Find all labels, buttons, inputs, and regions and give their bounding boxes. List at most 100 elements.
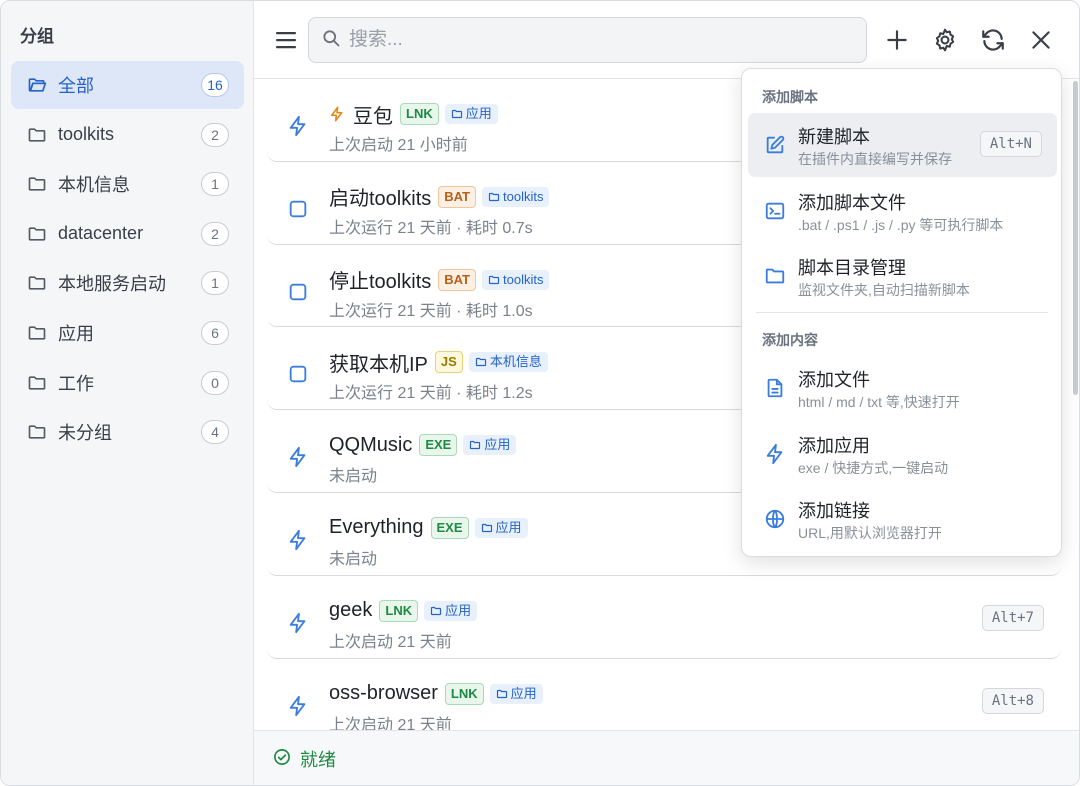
sidebar-item-datacenter[interactable]: datacenter 2 [11, 210, 244, 258]
sidebar-item-label: 全部 [58, 76, 94, 96]
menu-item-new-script[interactable]: 新建脚本 在插件内直接编写并保存 Alt+N [748, 113, 1057, 177]
menu-item-desc: exe / 快捷方式,一键启动 [798, 460, 949, 476]
group-tag: 应用 [474, 517, 528, 538]
sidebar: 分组 全部 16 toolkits 2 本机信息 1 datacenter 2 … [1, 1, 254, 785]
sidebar-item-work[interactable]: 工作 0 [11, 359, 244, 407]
menu-item-add-file[interactable]: 添加文件 html / md / txt 等,快速打开 [748, 356, 1057, 420]
flash-icon[interactable] [287, 529, 309, 551]
plus-icon[interactable] [884, 27, 910, 53]
menu-item-desc: html / md / txt 等,快速打开 [798, 394, 960, 410]
hotkey-badge: Alt+8 [981, 687, 1044, 714]
search-icon [321, 28, 341, 53]
menu-item-title: 脚本目录管理 [798, 258, 906, 278]
menu-item-title: 添加脚本文件 [798, 193, 906, 213]
item-name: 停止toolkits [329, 271, 432, 294]
menu-item-add-script-file[interactable]: 添加脚本文件 .bat / .ps1 / .js / .py 等可执行脚本 [748, 179, 1057, 243]
check-circle-icon [273, 748, 291, 771]
menu-item-script-dirs[interactable]: 脚本目录管理 监视文件夹,自动扫描新脚本 [748, 244, 1057, 308]
item-subtitle: 未启动 [329, 550, 378, 568]
menu-icon[interactable] [274, 27, 298, 53]
sidebar-item-toolkits[interactable]: toolkits 2 [11, 111, 244, 159]
count-badge: 2 [201, 122, 229, 147]
item-subtitle: 上次运行 21 天前 · 耗时 1.0s [329, 302, 533, 320]
menu-item-title: 新建脚本 [798, 127, 870, 147]
item-subtitle: 上次运行 21 天前 · 耗时 1.2s [329, 385, 533, 403]
checkbox-icon[interactable] [287, 363, 309, 385]
group-tag: toolkits [482, 269, 550, 290]
group-tag: toolkits [482, 186, 550, 207]
count-badge: 0 [201, 370, 229, 395]
checkbox-icon[interactable] [287, 281, 309, 303]
flash-icon[interactable] [287, 115, 309, 137]
type-badge: LNK [444, 682, 484, 705]
type-badge: EXE [419, 434, 458, 457]
status-text: 就绪 [300, 750, 336, 770]
group-list: 全部 16 toolkits 2 本机信息 1 datacenter 2 本地服… [11, 61, 244, 458]
item-name: 获取本机IP [329, 353, 428, 376]
search-input[interactable] [349, 29, 829, 51]
item-subtitle: 上次启动 21 天前 [329, 716, 452, 730]
item-name: QQMusic [329, 433, 413, 456]
sidebar-title: 分组 [20, 27, 54, 46]
count-badge: 1 [201, 172, 229, 197]
sidebar-item-apps[interactable]: 应用 6 [11, 309, 244, 357]
group-tag: 应用 [444, 104, 498, 124]
app-window: 分组 全部 16 toolkits 2 本机信息 1 datacenter 2 … [0, 0, 1080, 786]
menu-item-title: 添加文件 [798, 370, 870, 390]
folder-icon [764, 265, 786, 287]
refresh-icon[interactable] [980, 27, 1006, 53]
flash-icon[interactable] [287, 612, 309, 634]
item-subtitle: 上次启动 21 小时前 [329, 137, 468, 154]
close-icon[interactable] [1028, 27, 1054, 53]
menu-item-title: 添加应用 [798, 436, 870, 456]
menu-item-desc: 监视文件夹,自动扫描新脚本 [798, 282, 970, 298]
checkbox-icon[interactable] [287, 198, 309, 220]
count-badge: 4 [201, 420, 229, 445]
search-box [308, 17, 867, 63]
scrollbar[interactable] [1073, 81, 1078, 395]
menu-section-title: 添加内容 [762, 332, 818, 348]
folder-icon [27, 125, 47, 145]
status-bar: 就绪 [254, 730, 1079, 785]
item-name: geek [329, 599, 373, 622]
item-subtitle: 上次运行 21 天前 · 耗时 0.7s [329, 219, 533, 237]
sidebar-item-label: toolkits [58, 124, 115, 145]
sidebar-item-label: 本机信息 [58, 175, 130, 196]
folder-icon [27, 273, 47, 293]
flash-icon[interactable] [287, 695, 309, 717]
flash-icon[interactable] [287, 446, 309, 468]
item-name: oss-browser [329, 682, 438, 705]
group-tag: 应用 [424, 600, 478, 621]
list-item[interactable]: oss-browser LNK 应用 上次启动 21 天前 Alt+8 [267, 659, 1061, 730]
sidebar-item-label: 本地服务启动 [58, 274, 166, 295]
gear-icon[interactable] [932, 27, 958, 53]
terminal-icon [764, 200, 786, 222]
item-name: Everything [329, 516, 424, 539]
type-badge: JS [434, 351, 463, 374]
sidebar-item-local-services[interactable]: 本地服务启动 1 [11, 259, 244, 307]
sidebar-item-label: datacenter [58, 223, 144, 244]
sidebar-item-local-info[interactable]: 本机信息 1 [11, 160, 244, 208]
add-menu-dropdown: 添加脚本 新建脚本 在插件内直接编写并保存 Alt+N 添加脚本文件 .bat … [741, 68, 1062, 557]
list-item[interactable]: geek LNK 应用 上次启动 21 天前 Alt+7 [267, 576, 1061, 659]
group-tag: 本机信息 [468, 352, 548, 373]
sidebar-item-ungrouped[interactable]: 未分组 4 [11, 408, 244, 456]
group-tag: 应用 [463, 435, 517, 456]
flash-icon [764, 443, 786, 465]
menu-section-title: 添加脚本 [762, 89, 818, 105]
menu-item-add-link[interactable]: 添加链接 URL,用默认浏览器打开 [748, 487, 1057, 551]
sidebar-item-label: 未分组 [58, 423, 112, 444]
menu-item-add-app[interactable]: 添加应用 exe / 快捷方式,一键启动 [748, 422, 1057, 486]
menu-item-title: 添加链接 [798, 501, 870, 521]
folder-icon [27, 373, 47, 393]
item-name: 豆包 [353, 105, 393, 128]
folder-open-icon [27, 75, 47, 95]
globe-icon [764, 508, 786, 530]
sidebar-item-all[interactable]: 全部 16 [11, 61, 244, 109]
sidebar-item-label: 应用 [58, 323, 94, 344]
menu-item-desc: URL,用默认浏览器打开 [798, 525, 942, 541]
count-badge: 2 [201, 221, 229, 246]
folder-icon [27, 174, 47, 194]
type-badge: BAT [438, 268, 477, 291]
hotkey-badge: Alt+N [979, 131, 1042, 157]
